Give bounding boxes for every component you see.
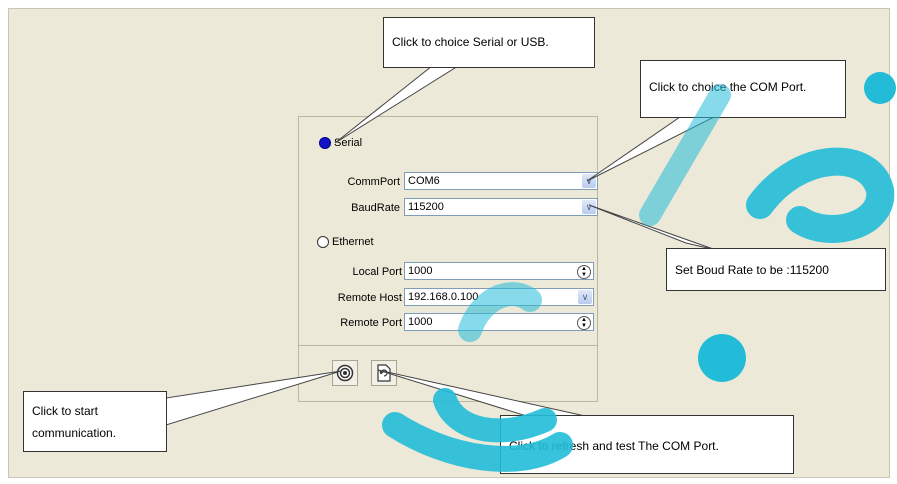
leader-serial-usb <box>334 65 460 144</box>
leader-start <box>165 370 342 426</box>
callout-com-port-text: Click to choice the COM Port. <box>649 80 807 94</box>
callout-baud-rate: Set Boud Rate to be :115200 <box>666 248 886 291</box>
leader-com-port <box>586 116 715 182</box>
callout-start-line1: Click to start <box>32 404 99 418</box>
callout-refresh-text: Click to refresh and test The COM Port. <box>509 439 719 453</box>
callout-start: Click to start communication. <box>23 391 167 452</box>
callout-refresh: Click to refresh and test The COM Port. <box>500 415 794 474</box>
callout-serial-usb: Click to choice Serial or USB. <box>383 17 595 68</box>
callout-serial-usb-text: Click to choice Serial or USB. <box>392 35 549 49</box>
callout-start-line2: communication. <box>32 426 117 440</box>
callout-baud-rate-text: Set Boud Rate to be :115200 <box>675 263 829 277</box>
leader-baud <box>588 204 717 251</box>
leader-refresh <box>377 369 595 419</box>
callout-com-port: Click to choice the COM Port. <box>640 60 846 118</box>
